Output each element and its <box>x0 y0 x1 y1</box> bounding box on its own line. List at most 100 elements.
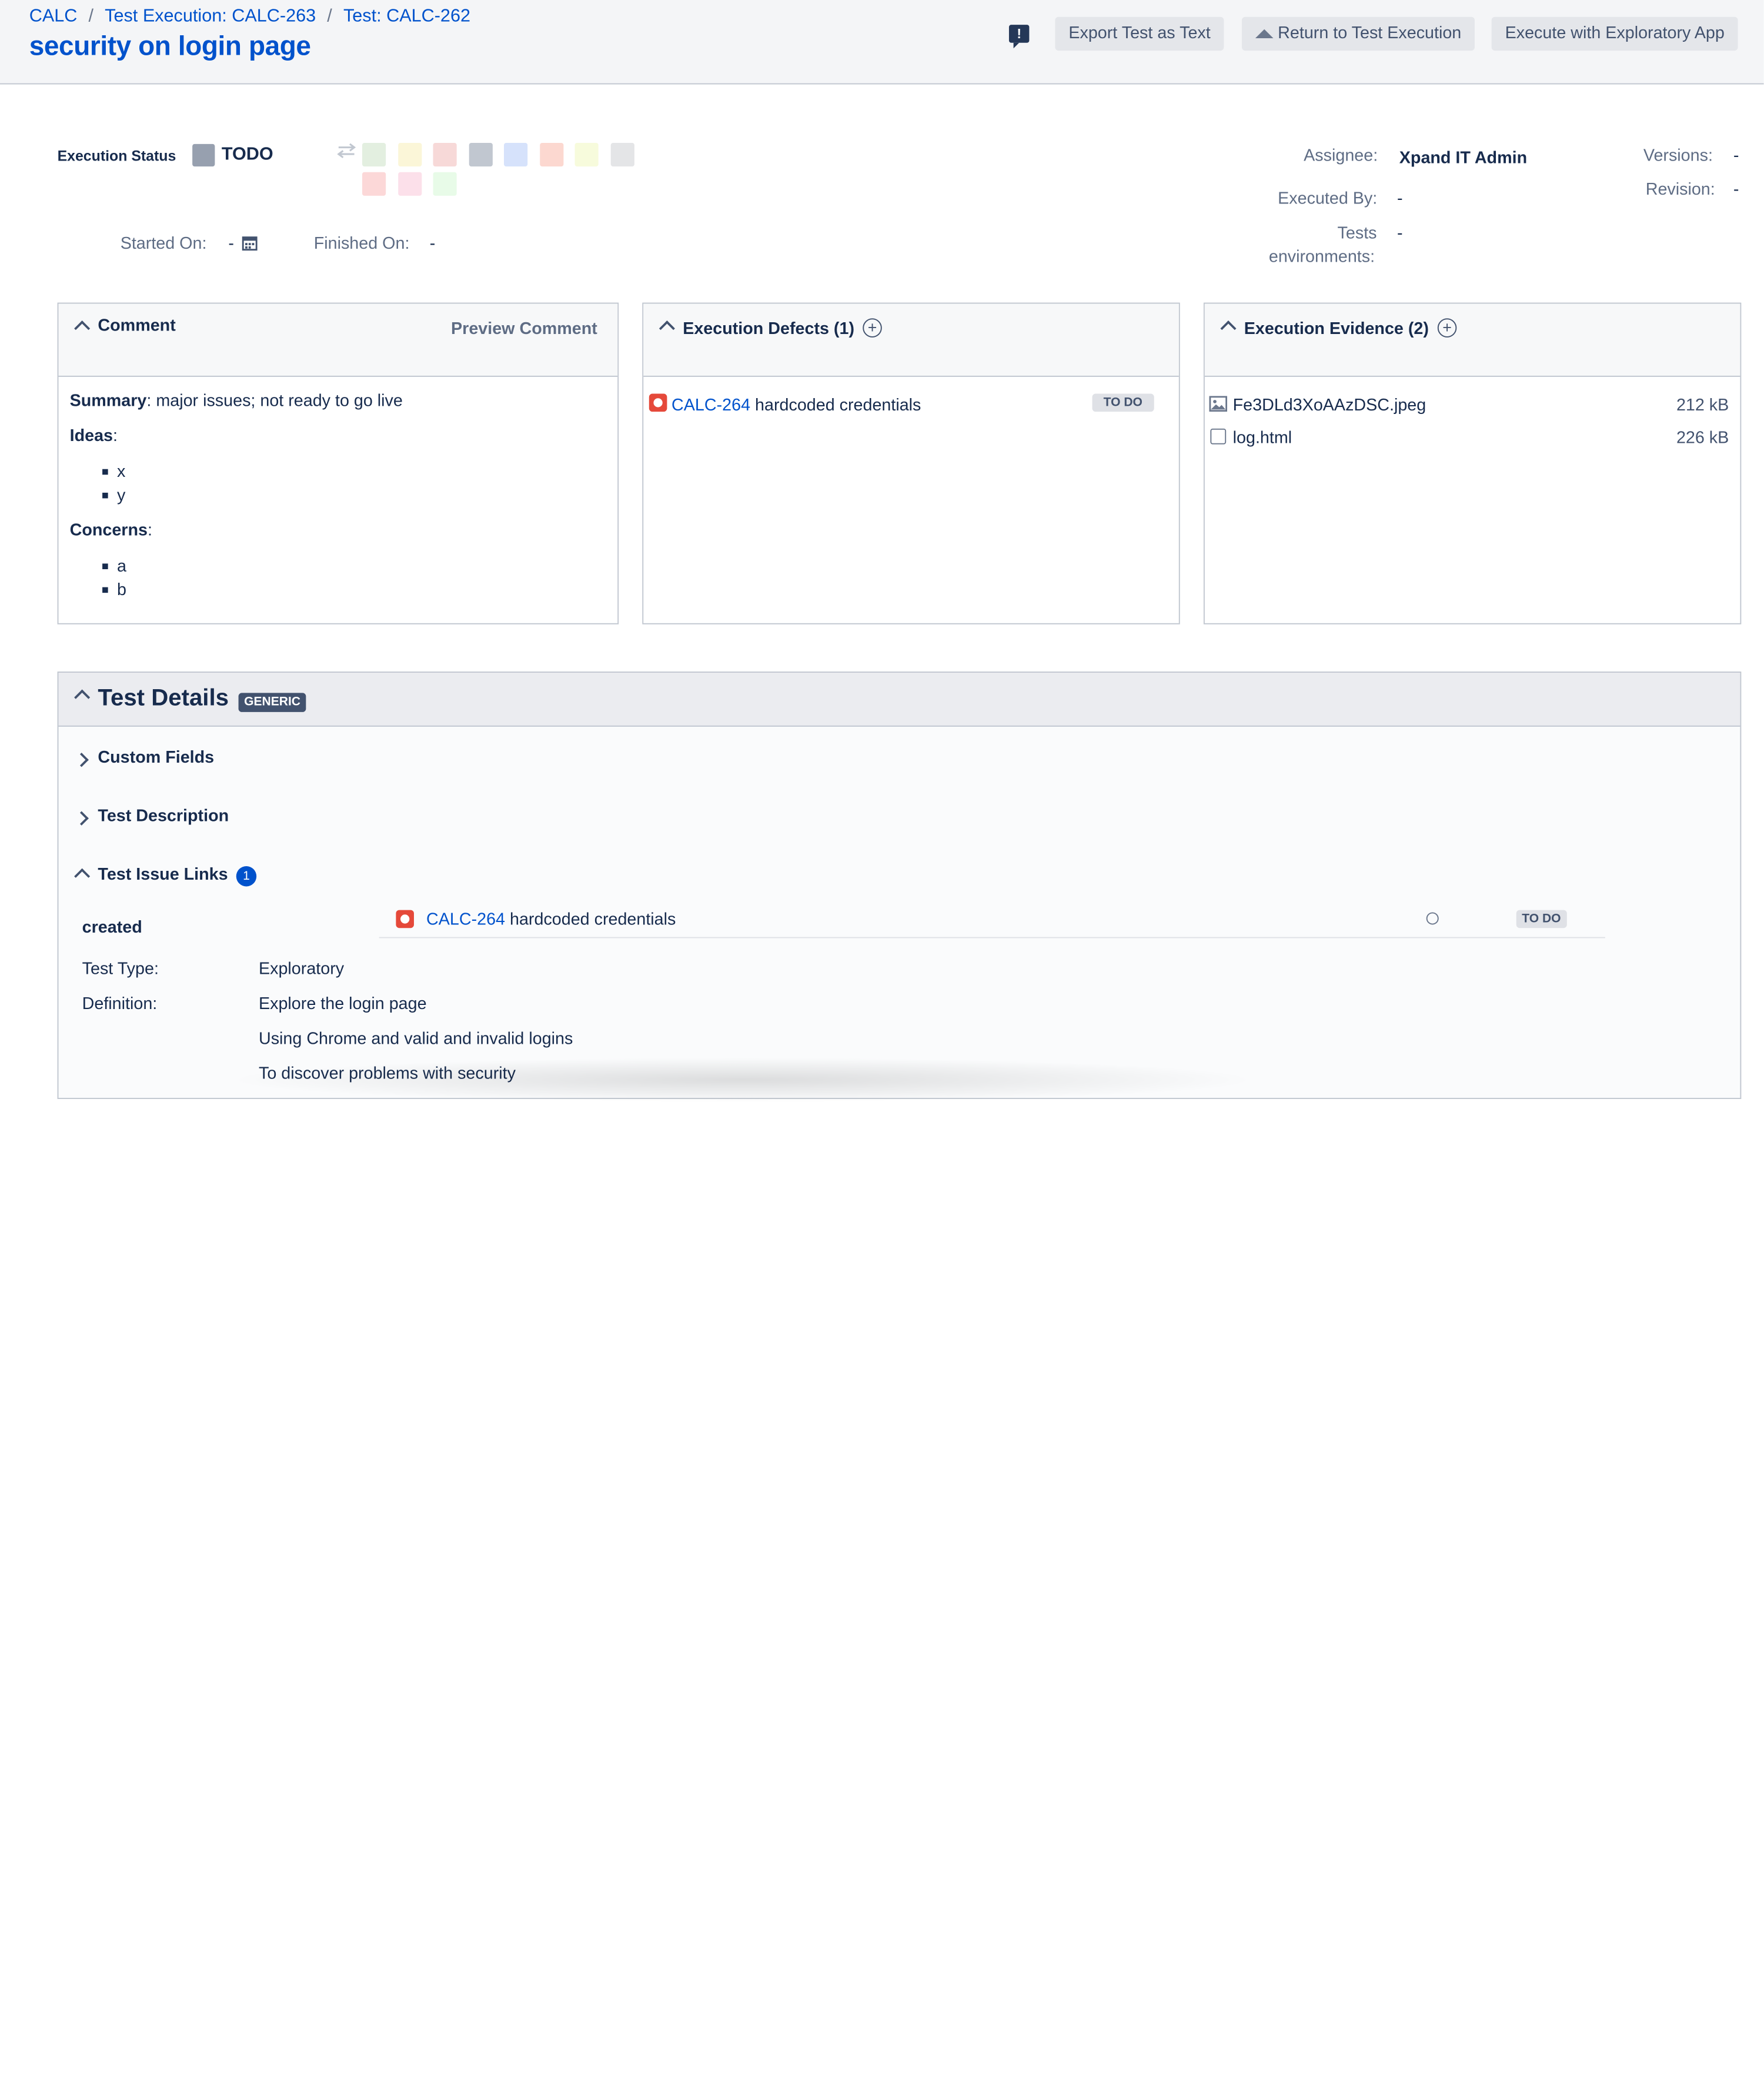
test-description-toggle[interactable]: Test Description <box>98 807 229 826</box>
summary-label: Summary <box>69 391 147 411</box>
priority-circle-icon <box>1426 912 1439 925</box>
started-on-label: Started On: <box>120 233 207 253</box>
executed-by-label: Executed By: <box>1278 189 1378 208</box>
calendar-icon[interactable] <box>242 235 258 251</box>
tests-env-label-2: environments: <box>1268 247 1375 267</box>
linked-issue-summary: hardcoded credentials <box>510 910 676 930</box>
swap-icon[interactable] <box>335 143 358 159</box>
breadcrumb: CALC / Test Execution: CALC-263 / Test: CALC… <box>29 6 470 26</box>
defects-title: Execution Defects (1) <box>683 319 855 339</box>
return-to-execution-button[interactable]: Return to Test Execution <box>1241 16 1475 51</box>
finished-on-label: Finished On: <box>313 233 410 253</box>
bullet <box>102 563 108 569</box>
test-type-badge: GENERIC <box>238 693 306 712</box>
collapse-icon[interactable] <box>74 689 91 706</box>
execution-status-value: TODO <box>221 145 273 165</box>
expand-icon[interactable] <box>74 811 89 826</box>
versions-label: Versions: <box>1643 146 1713 166</box>
comment-panel-header: Comment Preview Comment <box>58 303 618 377</box>
list-item: b <box>116 580 126 600</box>
collapse-icon[interactable] <box>1220 320 1237 337</box>
add-evidence-icon[interactable]: + <box>1437 318 1457 338</box>
definition-line: Using Chrome and valid and invalid login… <box>258 1029 573 1048</box>
link-type-label: created <box>82 918 142 937</box>
status-option-swatch[interactable] <box>433 142 457 167</box>
assignee-value[interactable]: Xpand IT Admin <box>1399 149 1527 168</box>
executed-by-value: - <box>1396 189 1403 208</box>
summary-text: : major issues; not ready to go live <box>146 391 403 411</box>
divider <box>379 937 1605 938</box>
status-option-swatch[interactable] <box>397 142 422 167</box>
breadcrumb-separator: / <box>327 6 332 26</box>
test-type-label: Test Type: <box>82 959 159 979</box>
breadcrumb-project[interactable]: CALC <box>29 6 78 26</box>
collapse-icon[interactable] <box>74 320 91 337</box>
collapse-icon[interactable] <box>659 320 675 337</box>
html-file-icon <box>1210 428 1227 445</box>
status-option-swatch[interactable] <box>362 172 386 196</box>
export-test-button[interactable]: Export Test as Text <box>1055 16 1224 51</box>
bug-icon <box>649 393 667 412</box>
status-option-swatch[interactable] <box>468 142 492 167</box>
execution-evidence-panel: Execution Evidence (2) + Fe3DLd3XoAAzDSC… <box>1203 302 1742 624</box>
test-details-title: Test Details <box>98 685 229 712</box>
definition-line: Explore the login page <box>258 994 427 1014</box>
evidence-file-link[interactable]: Fe3DLd3XoAAzDSC.jpeg <box>1233 396 1426 415</box>
execution-status-label: Execution Status <box>57 147 176 165</box>
execution-defects-panel: Execution Defects (1) + CALC-264 hardcod… <box>642 302 1180 624</box>
comment-title: Comment <box>98 316 176 336</box>
page-root: CALC / Test Execution: CALC-263 / Test: CALC… <box>0 0 1764 1103</box>
evidence-file-link[interactable]: log.html <box>1233 429 1292 448</box>
evidence-file-size: 226 kB <box>1676 428 1729 448</box>
definition-label: Definition: <box>82 994 158 1014</box>
bullet <box>102 587 108 593</box>
revision-value: - <box>1733 180 1739 199</box>
evidence-panel-header: Execution Evidence (2) + <box>1204 303 1740 377</box>
defects-panel-header: Execution Defects (1) + <box>643 303 1179 377</box>
test-type-value: Exploratory <box>258 959 345 979</box>
feedback-icon[interactable]: ! <box>1008 25 1030 49</box>
test-details-section: Test Details GENERIC Custom Fields Test … <box>57 672 1742 1100</box>
comment-panel: Comment Preview Comment Summary: major i… <box>57 302 619 624</box>
status-color-square <box>192 143 215 167</box>
feedback-glyph: ! <box>1017 25 1022 42</box>
page-header: CALC / Test Execution: CALC-263 / Test: CALC… <box>0 0 1764 85</box>
assignee-label: Assignee: <box>1304 146 1378 166</box>
evidence-file-size: 212 kB <box>1676 396 1729 415</box>
expand-icon[interactable] <box>74 753 89 767</box>
list-item: y <box>116 486 126 505</box>
status-option-swatch[interactable] <box>362 142 386 167</box>
scroll-shadow <box>225 1057 1260 1103</box>
execute-exploratory-button[interactable]: Execute with Exploratory App <box>1491 16 1738 51</box>
comment-summary: Summary: major issues; not ready to go l… <box>70 392 403 411</box>
add-defect-icon[interactable]: + <box>863 318 882 338</box>
status-option-swatch[interactable] <box>539 142 563 167</box>
status-option-swatch[interactable] <box>574 142 599 167</box>
test-issue-links-toggle[interactable]: Test Issue Links <box>98 865 228 884</box>
breadcrumb-test[interactable]: Test: CALC-262 <box>343 6 470 26</box>
bug-icon <box>396 910 414 928</box>
page-title: security on login page <box>29 31 311 62</box>
status-option-swatch[interactable] <box>397 172 422 196</box>
status-option-swatch[interactable] <box>610 142 634 167</box>
list-item: a <box>116 556 126 576</box>
collapse-icon[interactable] <box>74 868 91 884</box>
tests-env-value: - <box>1396 223 1403 243</box>
custom-fields-toggle[interactable]: Custom Fields <box>98 748 214 767</box>
revision-label: Revision: <box>1645 180 1715 199</box>
linked-issue-key[interactable]: CALC-264 <box>426 910 505 930</box>
evidence-title: Execution Evidence (2) <box>1244 319 1429 339</box>
status-option-swatch[interactable] <box>433 172 457 196</box>
ideas-colon: : <box>112 426 118 446</box>
preview-comment-button[interactable]: Preview Comment <box>451 319 597 339</box>
bullet <box>102 492 108 499</box>
breadcrumb-test-execution[interactable]: Test Execution: CALC-263 <box>105 6 316 26</box>
breadcrumb-separator: / <box>88 6 94 26</box>
list-item: x <box>116 462 126 482</box>
finished-on-value: - <box>429 233 436 253</box>
comment-ideas-heading: Ideas: <box>70 426 118 446</box>
triangle-up-icon <box>1255 29 1274 39</box>
status-option-swatch[interactable] <box>504 142 528 167</box>
defect-key-link[interactable]: CALC-264 <box>671 396 750 415</box>
bullet <box>102 469 108 475</box>
